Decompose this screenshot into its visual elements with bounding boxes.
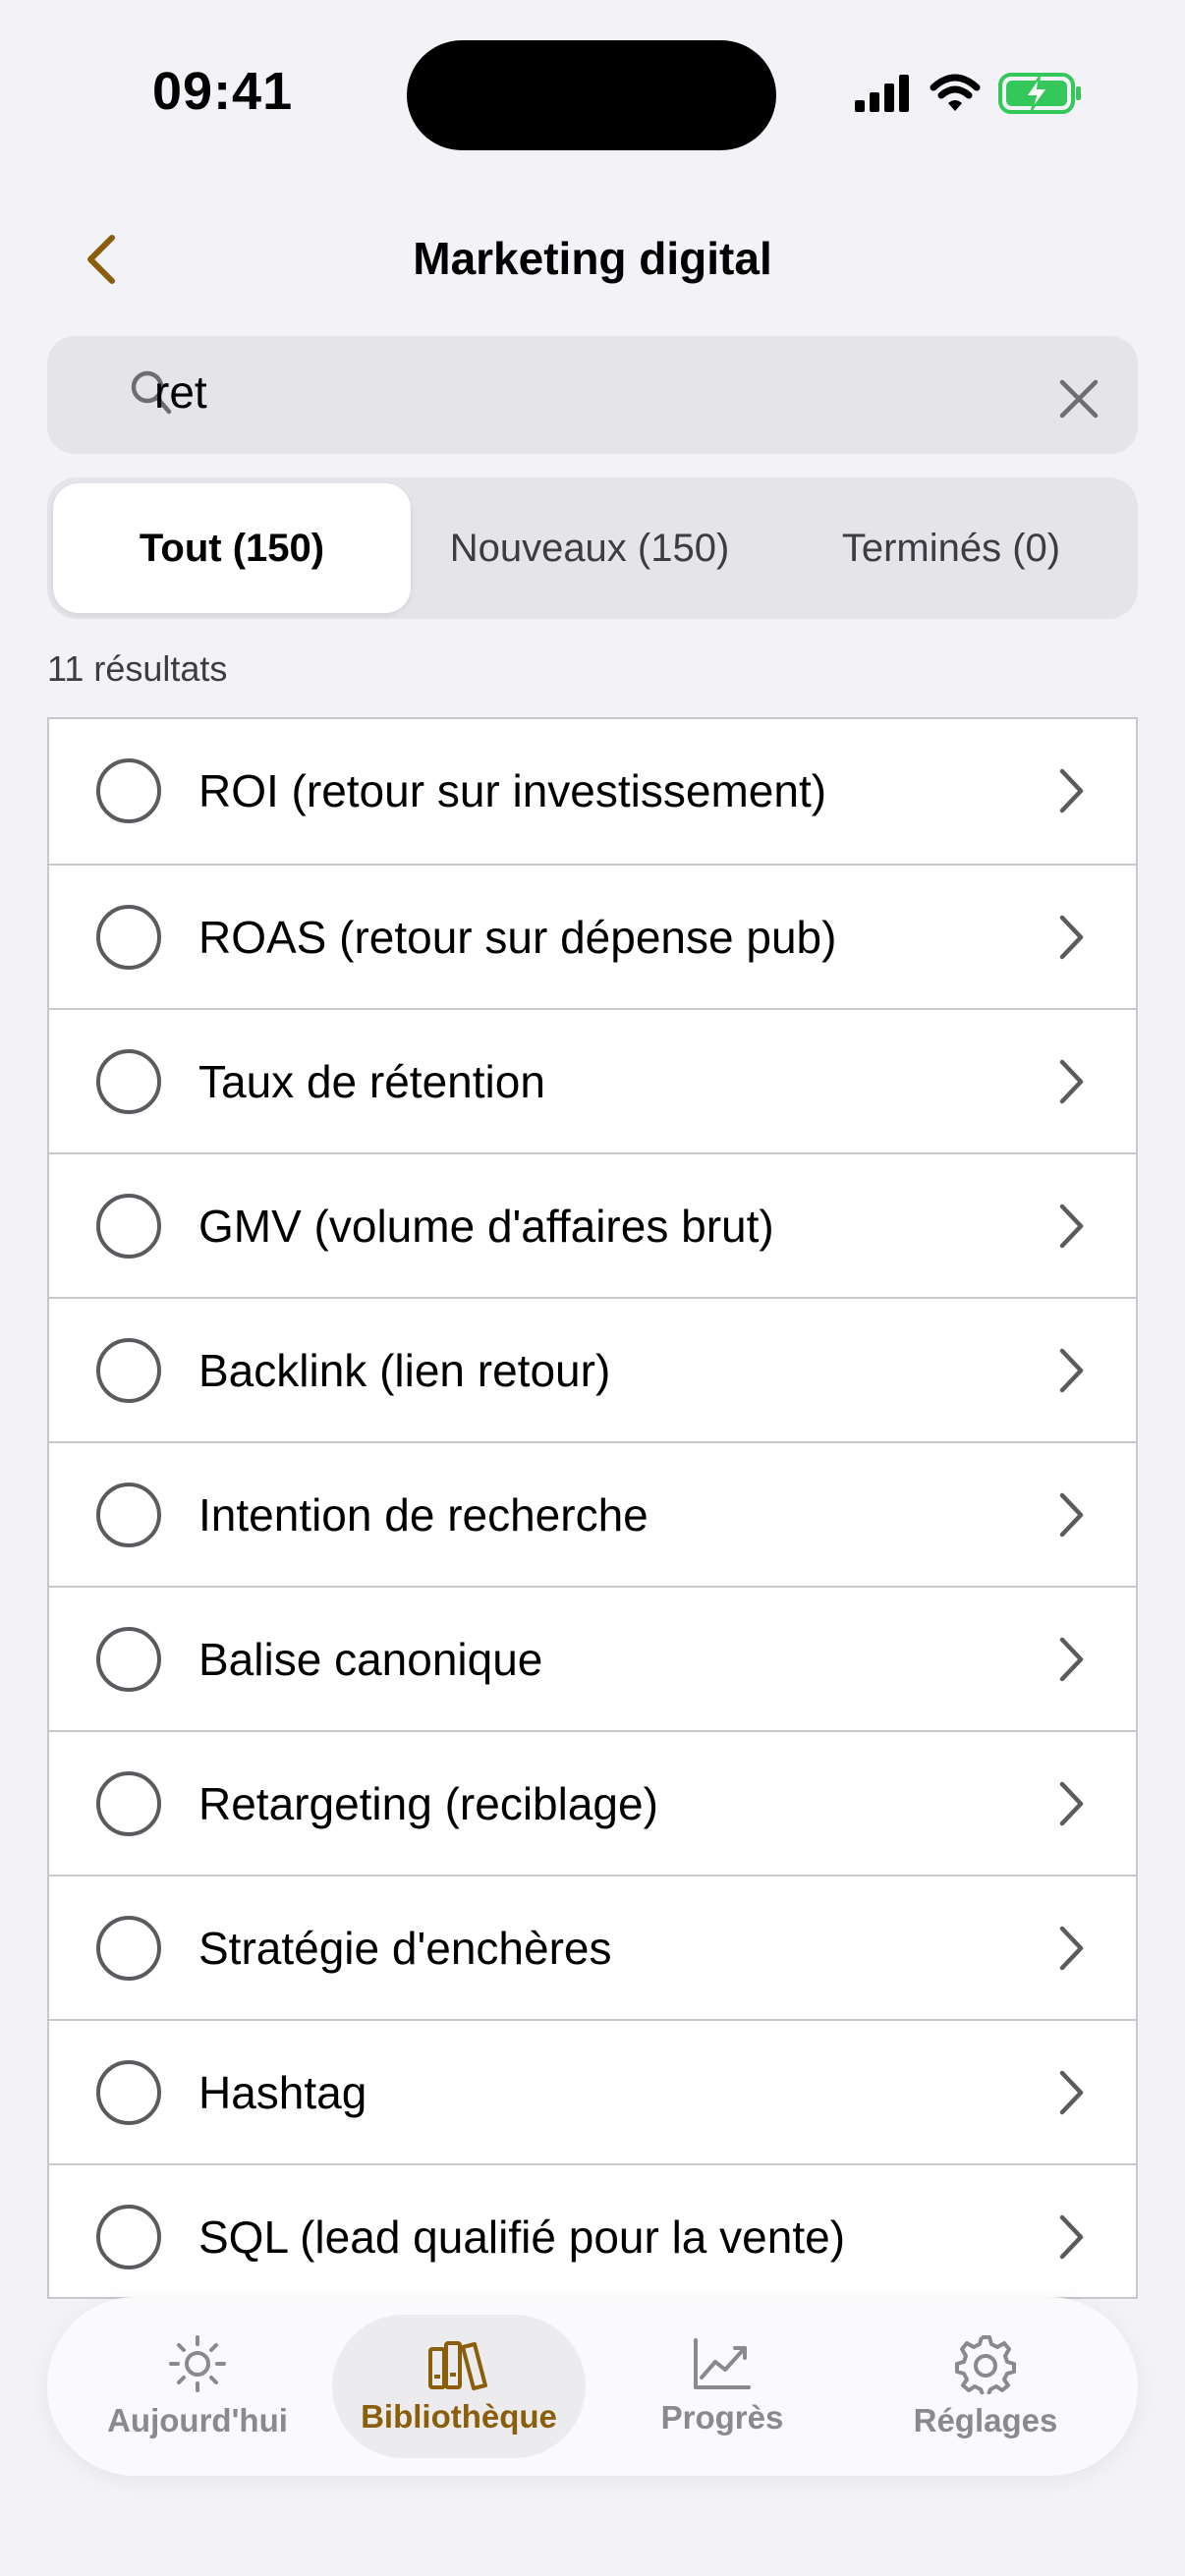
list-item[interactable]: Taux de rétention: [49, 1008, 1136, 1152]
tab-settings[interactable]: Réglages: [859, 2315, 1112, 2458]
list-item[interactable]: ROI (retour sur investissement): [49, 719, 1136, 864]
tab-label: Bibliothèque: [361, 2398, 557, 2435]
completion-circle-icon[interactable]: [96, 1771, 161, 1836]
page-title: Marketing digital: [413, 233, 772, 284]
list-item-label: Hashtag: [198, 2067, 367, 2118]
chevron-right-icon: [1059, 1348, 1084, 1393]
completion-circle-icon[interactable]: [96, 2060, 161, 2125]
completion-circle-icon[interactable]: [96, 1194, 161, 1259]
status-icons: [855, 73, 1083, 114]
status-time: 09:41: [152, 62, 294, 121]
completion-circle-icon[interactable]: [96, 1338, 161, 1403]
list-item-label: ROAS (retour sur dépense pub): [198, 912, 837, 963]
chevron-right-icon: [1059, 2070, 1084, 2115]
gear-icon: [955, 2335, 1016, 2394]
list-item-label: Stratégie d'enchères: [198, 1923, 612, 1974]
chevron-right-icon: [1059, 1781, 1084, 1826]
list-item[interactable]: SQL (lead qualifié pour la vente): [49, 2163, 1136, 2297]
list-item[interactable]: Hashtag: [49, 2019, 1136, 2163]
chevron-right-icon: [1059, 1492, 1084, 1538]
tab-label: Progrès: [660, 2399, 784, 2436]
chart-icon: [694, 2338, 751, 2389]
clear-search-button[interactable]: [1051, 371, 1106, 426]
screen: 09:41 Marketing digital ret Tout (150) N…: [0, 0, 1185, 2576]
tab-library[interactable]: Bibliothèque: [332, 2315, 586, 2458]
completion-circle-icon[interactable]: [96, 905, 161, 970]
list-item-label: GMV (volume d'affaires brut): [198, 1201, 774, 1252]
chevron-right-icon: [1059, 1926, 1084, 1971]
completion-circle-icon[interactable]: [96, 1627, 161, 1692]
list-item-label: SQL (lead qualifié pour la vente): [198, 2212, 846, 2263]
tab-label: Réglages: [913, 2402, 1058, 2438]
tab-label: Aujourd'hui: [107, 2402, 288, 2438]
chevron-right-icon: [1059, 915, 1084, 960]
segment-all[interactable]: Tout (150): [53, 483, 411, 613]
dynamic-island: [407, 40, 776, 150]
tab-progress[interactable]: Progrès: [595, 2315, 849, 2458]
filter-segmented-control: Tout (150) Nouveaux (150) Terminés (0): [47, 477, 1138, 619]
chevron-right-icon: [1059, 1637, 1084, 1682]
battery-charging-icon: [998, 73, 1081, 114]
books-icon: [428, 2341, 487, 2390]
tab-bar: Aujourd'hui Bibliothèque Progrès Réglage…: [47, 2297, 1138, 2476]
list-item[interactable]: Balise canonique: [49, 1586, 1136, 1730]
segment-done[interactable]: Terminés (0): [772, 483, 1130, 613]
signal-icon: [855, 75, 909, 112]
list-item[interactable]: Backlink (lien retour): [49, 1297, 1136, 1441]
chevron-right-icon: [1059, 2214, 1084, 2260]
list-item-label: Taux de rétention: [198, 1056, 545, 1107]
chevron-right-icon: [1059, 768, 1084, 813]
segment-new[interactable]: Nouveaux (150): [413, 483, 766, 613]
completion-circle-icon[interactable]: [96, 1049, 161, 1114]
search-field[interactable]: [47, 336, 1138, 454]
search-input[interactable]: ret: [154, 365, 207, 419]
list-item[interactable]: ROAS (retour sur dépense pub): [49, 864, 1136, 1008]
list-item[interactable]: Retargeting (reciblage): [49, 1730, 1136, 1875]
list-item[interactable]: Intention de recherche: [49, 1441, 1136, 1586]
list-item[interactable]: GMV (volume d'affaires brut): [49, 1152, 1136, 1297]
chevron-right-icon: [1059, 1204, 1084, 1249]
list-item-label: Backlink (lien retour): [198, 1345, 611, 1396]
list-item-label: Intention de recherche: [198, 1489, 649, 1540]
completion-circle-icon[interactable]: [96, 1483, 161, 1547]
sun-icon: [169, 2335, 226, 2392]
wifi-icon: [930, 74, 981, 111]
results-count: 11 résultats: [47, 648, 228, 689]
completion-circle-icon[interactable]: [96, 1916, 161, 1981]
list-item-label: ROI (retour sur investissement): [198, 765, 827, 816]
tab-today[interactable]: Aujourd'hui: [71, 2315, 324, 2458]
list-item-label: Balise canonique: [198, 1634, 543, 1685]
list-item-label: Retargeting (reciblage): [198, 1778, 658, 1829]
completion-circle-icon[interactable]: [96, 2205, 161, 2269]
list-item[interactable]: Stratégie d'enchères: [49, 1875, 1136, 2019]
close-icon: [1059, 379, 1099, 419]
results-list: ROI (retour sur investissement) ROAS (re…: [47, 717, 1138, 2299]
chevron-right-icon: [1059, 1059, 1084, 1104]
completion-circle-icon[interactable]: [96, 758, 161, 823]
